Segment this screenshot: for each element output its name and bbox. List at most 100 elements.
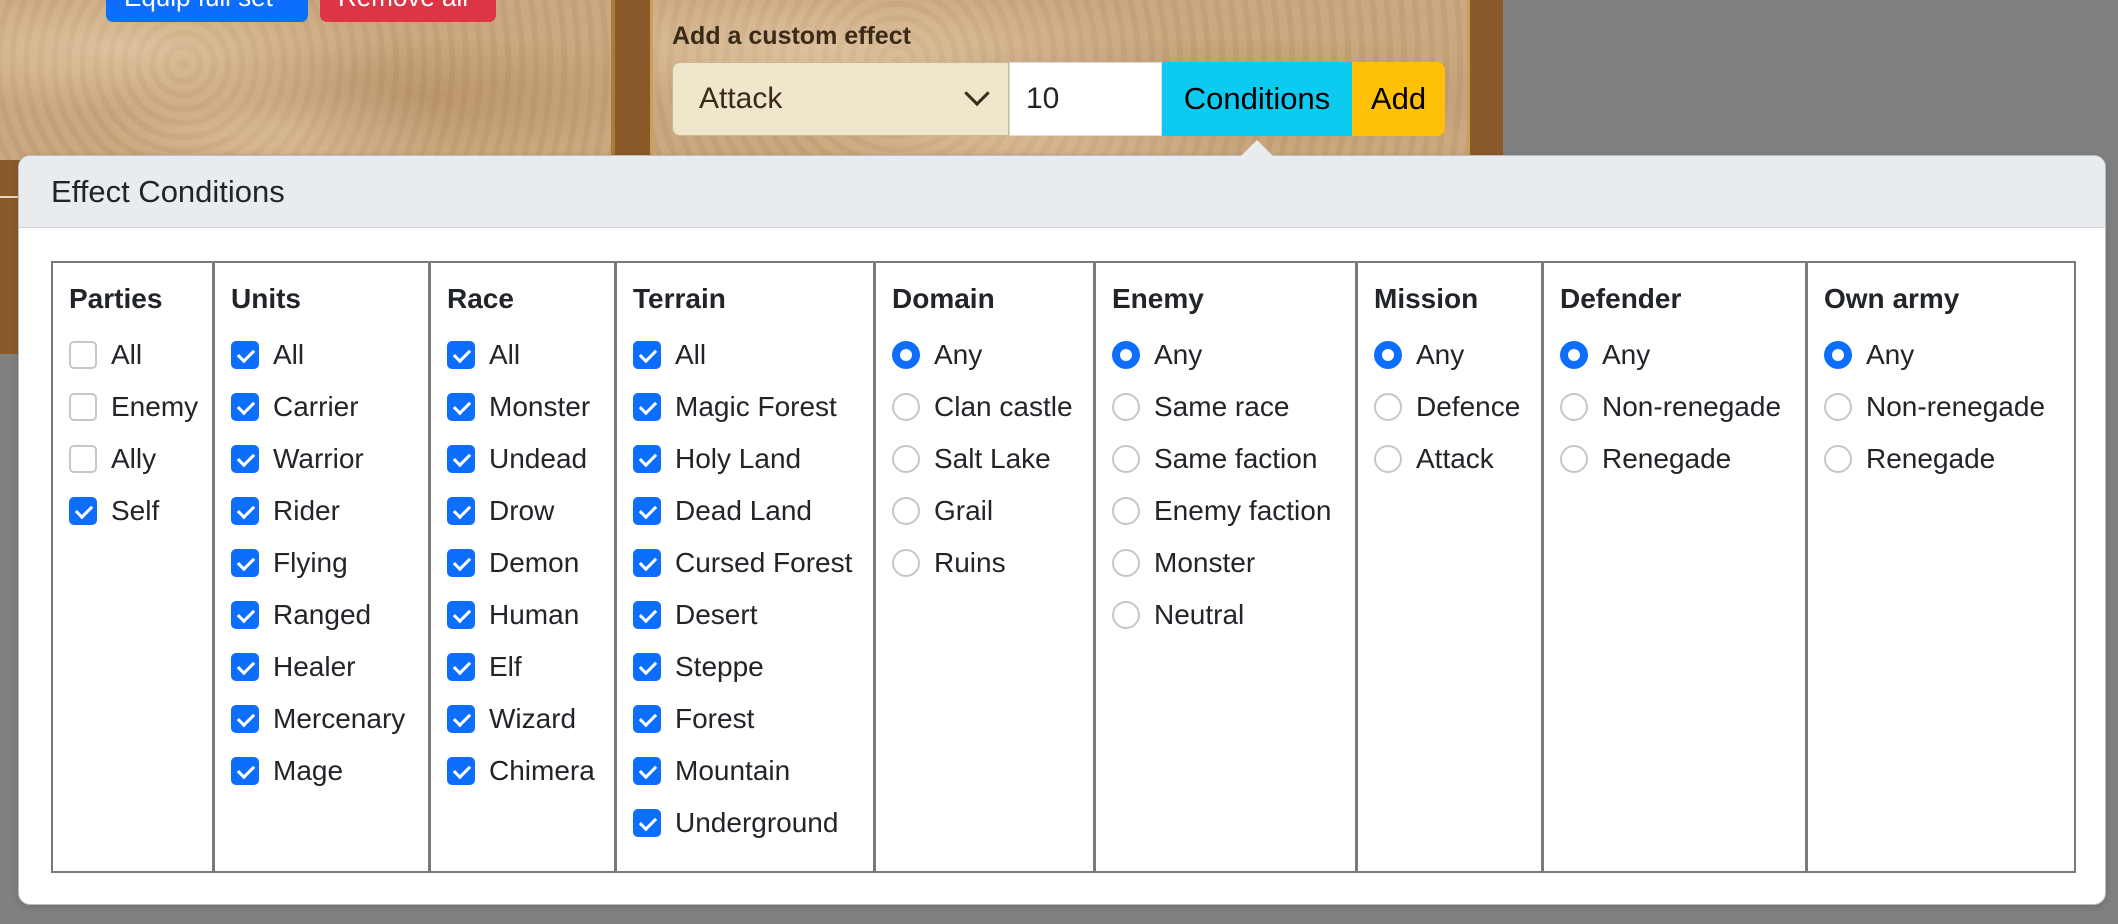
remove-all-button[interactable]: Remove all [320,0,496,22]
radio-button[interactable] [892,445,920,473]
checkbox[interactable] [231,601,259,629]
radio-button[interactable] [892,341,920,369]
radio-button[interactable] [1112,497,1140,525]
checkbox-option[interactable]: Underground [633,797,857,849]
checkbox-option[interactable]: Monster [447,381,598,433]
radio-option[interactable]: Grail [892,485,1077,537]
checkbox-option[interactable]: Wizard [447,693,598,745]
radio-option[interactable]: Salt Lake [892,433,1077,485]
checkbox-option[interactable]: Dead Land [633,485,857,537]
checkbox-option[interactable]: Enemy [69,381,198,433]
checkbox[interactable] [447,601,475,629]
checkbox[interactable] [231,445,259,473]
checkbox[interactable] [69,393,97,421]
checkbox-option[interactable]: Flying [231,537,412,589]
radio-button[interactable] [1824,393,1852,421]
radio-button[interactable] [892,393,920,421]
checkbox[interactable] [447,549,475,577]
radio-option[interactable]: Same race [1112,381,1339,433]
checkbox-option[interactable]: Rider [231,485,412,537]
checkbox-option[interactable]: Holy Land [633,433,857,485]
checkbox[interactable] [69,341,97,369]
radio-option[interactable]: Monster [1112,537,1339,589]
checkbox[interactable] [447,393,475,421]
checkbox[interactable] [633,497,661,525]
checkbox-option[interactable]: Cursed Forest [633,537,857,589]
amount-input[interactable]: 10 [1009,62,1162,136]
checkbox[interactable] [633,809,661,837]
radio-option[interactable]: Any [892,329,1077,381]
checkbox-option[interactable]: Mercenary [231,693,412,745]
checkbox[interactable] [633,757,661,785]
checkbox-option[interactable]: Drow [447,485,598,537]
checkbox[interactable] [447,445,475,473]
checkbox-option[interactable]: Desert [633,589,857,641]
checkbox-option[interactable]: Elf [447,641,598,693]
radio-option[interactable]: Renegade [1824,433,2058,485]
checkbox[interactable] [447,653,475,681]
checkbox-option[interactable]: Mountain [633,745,857,797]
checkbox[interactable] [633,341,661,369]
radio-option[interactable]: Clan castle [892,381,1077,433]
checkbox-option[interactable]: Steppe [633,641,857,693]
checkbox-option[interactable]: Magic Forest [633,381,857,433]
radio-option[interactable]: Non-renegade [1824,381,2058,433]
checkbox[interactable] [231,497,259,525]
checkbox[interactable] [633,549,661,577]
checkbox-option[interactable]: Human [447,589,598,641]
checkbox-option[interactable]: Warrior [231,433,412,485]
radio-button[interactable] [1374,341,1402,369]
checkbox[interactable] [69,445,97,473]
radio-option[interactable]: Same faction [1112,433,1339,485]
checkbox[interactable] [633,445,661,473]
radio-button[interactable] [1824,445,1852,473]
checkbox[interactable] [447,705,475,733]
add-button[interactable]: Add [1352,62,1445,136]
radio-button[interactable] [1560,341,1588,369]
radio-button[interactable] [892,497,920,525]
radio-option[interactable]: Attack [1374,433,1525,485]
effect-select[interactable]: Attack [672,62,1009,136]
checkbox-option[interactable]: Healer [231,641,412,693]
radio-button[interactable] [1374,393,1402,421]
radio-button[interactable] [1560,393,1588,421]
checkbox-option[interactable]: All [231,329,412,381]
radio-option[interactable]: Any [1112,329,1339,381]
checkbox-option[interactable]: Carrier [231,381,412,433]
radio-button[interactable] [1560,445,1588,473]
radio-button[interactable] [1374,445,1402,473]
checkbox-option[interactable]: Self [69,485,196,537]
checkbox-option[interactable]: Demon [447,537,598,589]
radio-button[interactable] [1824,341,1852,369]
radio-button[interactable] [1112,549,1140,577]
radio-option[interactable]: Defence [1374,381,1525,433]
checkbox[interactable] [633,705,661,733]
radio-option[interactable]: Neutral [1112,589,1339,641]
checkbox-option[interactable]: Chimera [447,745,598,797]
checkbox-option[interactable]: Forest [633,693,857,745]
checkbox[interactable] [231,549,259,577]
radio-option[interactable]: Any [1560,329,1789,381]
radio-option[interactable]: Renegade [1560,433,1789,485]
checkbox[interactable] [231,653,259,681]
checkbox-option[interactable]: All [447,329,598,381]
checkbox[interactable] [447,757,475,785]
radio-option[interactable]: Any [1824,329,2058,381]
checkbox[interactable] [447,341,475,369]
checkbox[interactable] [231,341,259,369]
conditions-button[interactable]: Conditions [1162,62,1352,136]
radio-button[interactable] [892,549,920,577]
checkbox-option[interactable]: Ranged [231,589,412,641]
checkbox[interactable] [69,497,97,525]
radio-button[interactable] [1112,341,1140,369]
checkbox[interactable] [633,653,661,681]
equip-full-set-button[interactable]: Equip full set [106,0,308,22]
radio-option[interactable]: Enemy faction [1112,485,1339,537]
checkbox-option[interactable]: All [633,329,857,381]
checkbox-option[interactable]: Undead [447,433,598,485]
checkbox[interactable] [231,705,259,733]
checkbox[interactable] [447,497,475,525]
radio-option[interactable]: Any [1374,329,1525,381]
radio-button[interactable] [1112,393,1140,421]
checkbox[interactable] [231,393,259,421]
